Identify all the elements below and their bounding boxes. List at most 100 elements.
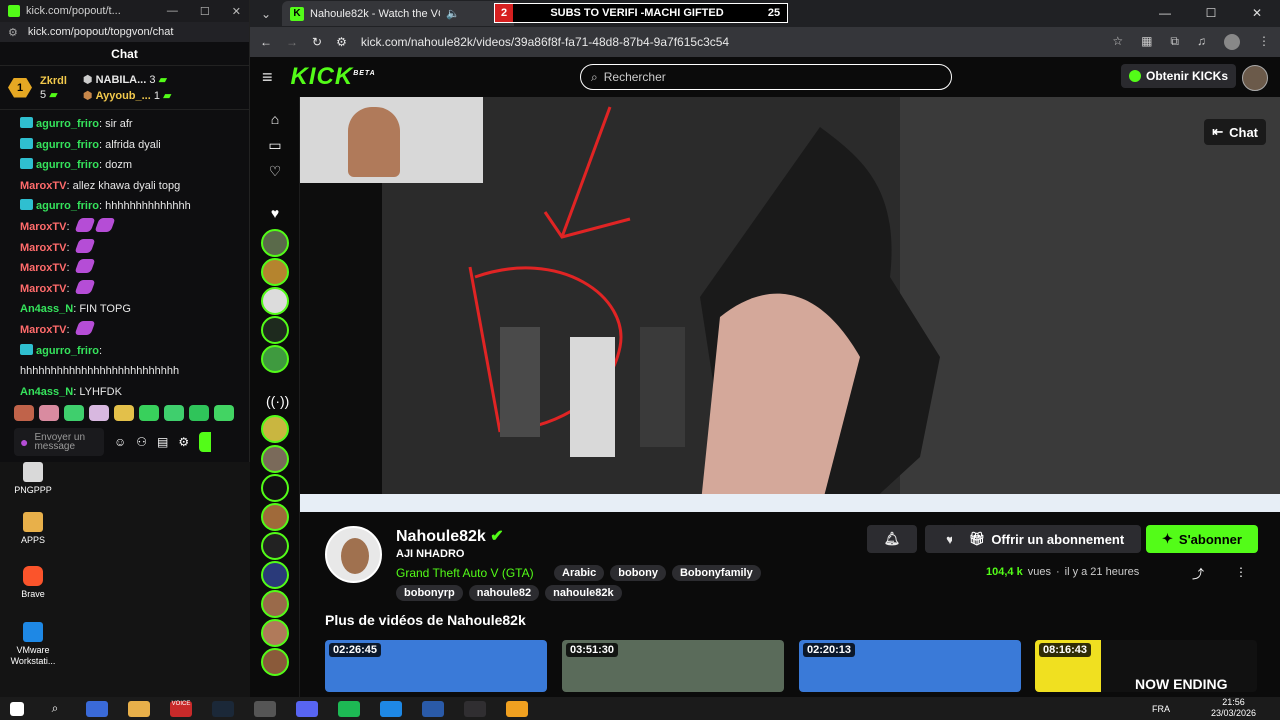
get-kicks-button[interactable]: Obtenir KICKs <box>1120 64 1236 88</box>
tag-pill[interactable]: nahoule82k <box>545 585 622 601</box>
gift-sub-button[interactable]: 🎁︎ Offrir un abonnement <box>952 525 1141 553</box>
emote-icon[interactable] <box>14 405 34 421</box>
bookmark-star-icon[interactable]: ☆ <box>1112 34 1123 50</box>
chat-username[interactable]: MaroxTV <box>20 262 66 274</box>
followed-channel-avatar[interactable] <box>261 287 289 315</box>
search-icon[interactable]: ⌕ <box>44 701 66 717</box>
microphone-icon[interactable]: ● <box>20 435 28 449</box>
hamburger-icon[interactable]: ≡ <box>262 67 273 88</box>
recommended-channel-avatar[interactable] <box>261 590 289 618</box>
tab-search-icon[interactable]: ⌄ <box>256 7 276 21</box>
start-icon[interactable] <box>10 701 24 716</box>
minimize-icon[interactable]: — <box>1142 0 1188 27</box>
obs-icon[interactable] <box>464 700 486 717</box>
emote-icon[interactable] <box>114 405 134 421</box>
close-icon[interactable]: ✕ <box>232 5 241 18</box>
desktop-icon-pngppp[interactable]: PNGPPP <box>6 462 60 496</box>
site-settings-icon[interactable]: ⚙ <box>8 26 18 39</box>
chat-username[interactable]: MaroxTV <box>20 221 66 233</box>
search-input[interactable]: ⌕ Rechercher <box>580 64 952 90</box>
chrome-icon[interactable] <box>506 700 528 717</box>
desktop-icon-brave[interactable]: Brave <box>6 566 60 600</box>
video-thumbnail[interactable]: 02:26:45 <box>325 640 547 692</box>
site-info-icon[interactable]: ⚙ <box>336 35 347 49</box>
followed-channel-avatar[interactable] <box>261 229 289 257</box>
followed-channel-avatar[interactable] <box>261 345 289 373</box>
audio-icon[interactable]: 🔈 <box>446 7 460 20</box>
app-icon[interactable] <box>422 700 444 717</box>
app-icon[interactable] <box>86 700 108 717</box>
chat-username[interactable]: agurro_friro <box>36 200 99 212</box>
puzzle-icon[interactable]: ⧉ <box>1170 34 1179 50</box>
live-icon[interactable]: ((·)) <box>266 393 289 411</box>
desktop-icon-vmware[interactable]: VMware Workstati... <box>6 622 60 667</box>
address-input[interactable]: kick.com/nahoule82k/videos/39a86f8f-fa71… <box>361 35 729 49</box>
back-icon[interactable]: ← <box>260 35 272 49</box>
kick-logo[interactable]: KICKBETA <box>291 63 376 91</box>
emote-icon[interactable] <box>139 405 159 421</box>
video-thumbnail[interactable]: 02:20:13 <box>799 640 1021 692</box>
tag-pill[interactable]: bobonyrp <box>396 585 463 601</box>
followed-channel-avatar[interactable] <box>261 258 289 286</box>
forward-icon[interactable]: → <box>286 35 298 49</box>
gifter-3-name[interactable]: Ayyoub_... <box>96 90 151 102</box>
video-thumbnail[interactable]: 03:51:30 <box>562 640 784 692</box>
chat-username[interactable]: MaroxTV <box>20 180 66 192</box>
maximize-icon[interactable]: ☐ <box>1188 0 1234 27</box>
tab-active[interactable]: K Nahoule82k - Watch the VO 🔈 ✕ <box>282 1 514 26</box>
emote-icon[interactable] <box>89 405 109 421</box>
file-explorer-icon[interactable] <box>128 700 150 717</box>
channel-name[interactable]: Nahoule82k ✔ <box>396 526 504 546</box>
store-icon[interactable]: ▤ <box>157 435 168 449</box>
maximize-icon[interactable]: ☐ <box>200 5 210 18</box>
recommended-channel-avatar[interactable] <box>261 415 289 443</box>
chat-toggle-button[interactable]: ⇤ Chat <box>1204 119 1266 145</box>
media-icon[interactable]: ♫ <box>1197 34 1206 50</box>
category-link[interactable]: Grand Theft Auto V (GTA) <box>396 566 534 580</box>
emote-icon[interactable] <box>39 405 59 421</box>
share-icon[interactable]: ⚇ <box>136 435 147 449</box>
emote-icon[interactable] <box>64 405 84 421</box>
tag-pill[interactable]: bobony <box>610 565 666 581</box>
chat-username[interactable]: MaroxTV <box>20 283 66 295</box>
discord-icon[interactable] <box>296 700 318 717</box>
chat-username[interactable]: An4ass_N <box>20 303 73 315</box>
share-icon[interactable]: ⤴ <box>1192 565 1204 582</box>
more-options-icon[interactable]: ⋮ <box>1235 565 1247 579</box>
following-icon[interactable]: ♡ <box>266 163 284 181</box>
subscribe-button[interactable]: ✦ S'abonner <box>1146 525 1258 553</box>
settings-icon[interactable]: ⚙ <box>178 435 189 449</box>
reload-icon[interactable]: ↻ <box>312 35 322 49</box>
home-icon[interactable]: ⌂ <box>266 111 284 129</box>
send-button[interactable] <box>199 432 212 452</box>
close-icon[interactable]: ✕ <box>1234 0 1280 27</box>
video-player[interactable]: ⇤ Chat <box>300 97 1280 512</box>
favorites-icon[interactable]: ♥ <box>266 205 284 223</box>
chat-username[interactable]: agurro_friro <box>36 139 99 151</box>
vmware-icon[interactable] <box>380 700 402 717</box>
recommended-channel-avatar[interactable] <box>261 619 289 647</box>
recommended-channel-avatar[interactable] <box>261 503 289 531</box>
tag-pill[interactable]: Bobonyfamily <box>671 565 761 581</box>
popout-url[interactable]: kick.com/popout/topgvon/chat <box>28 26 174 38</box>
minimize-icon[interactable]: — <box>167 5 178 18</box>
chat-username[interactable]: An4ass_N <box>20 386 73 398</box>
browse-icon[interactable]: ▭ <box>266 137 284 155</box>
chat-username[interactable]: agurro_friro <box>36 345 99 357</box>
voicemeeter-icon[interactable]: VOICE <box>170 700 192 717</box>
recommended-channel-avatar[interactable] <box>261 445 289 473</box>
desktop-icon-apps[interactable]: APPS <box>6 512 60 546</box>
emote-icon[interactable] <box>164 405 184 421</box>
tag-pill[interactable]: nahoule82 <box>468 585 540 601</box>
chat-username[interactable]: agurro_friro <box>36 159 99 171</box>
emote-icon[interactable] <box>214 405 234 421</box>
followed-channel-avatar[interactable] <box>261 316 289 344</box>
chat-username[interactable]: MaroxTV <box>20 242 66 254</box>
steam-icon[interactable] <box>212 700 234 717</box>
menu-icon[interactable]: ⋮ <box>1258 34 1270 50</box>
chat-username[interactable]: MaroxTV <box>20 324 66 336</box>
recommended-channel-avatar[interactable] <box>261 532 289 560</box>
chat-username[interactable]: agurro_friro <box>36 118 99 130</box>
gifter-1-name[interactable]: Zkrdl <box>40 74 67 88</box>
spotify-icon[interactable] <box>338 700 360 717</box>
